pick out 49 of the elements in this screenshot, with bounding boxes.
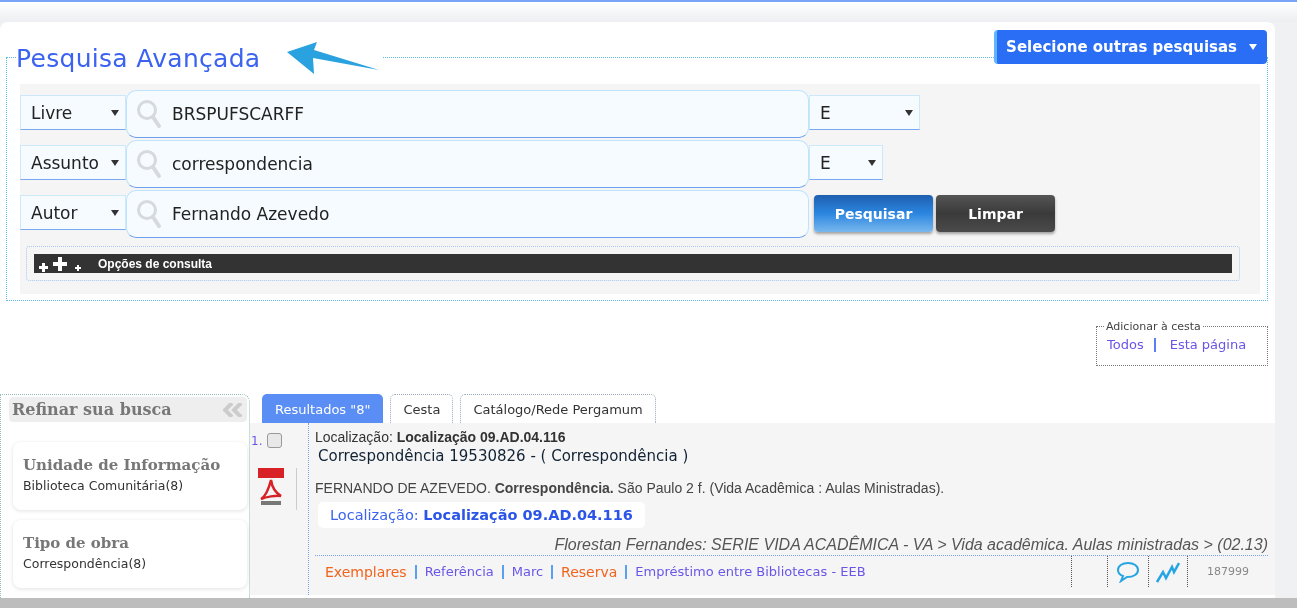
refine-title: Refinar sua busca <box>12 400 172 419</box>
facet-title: Tipo de obra <box>23 534 130 552</box>
result-number: 1. <box>251 433 263 448</box>
caret-icon <box>111 109 119 116</box>
result-title[interactable]: Correspondência 19530826 - ( Correspondência ) <box>318 447 1268 465</box>
operator-select[interactable]: E <box>809 145 883 180</box>
pdf-icon[interactable] <box>258 468 284 506</box>
search-button[interactable]: Pesquisar <box>814 195 933 232</box>
operator-select[interactable]: E <box>809 95 920 130</box>
search-input[interactable]: BRSPUFSCARFF <box>126 90 809 138</box>
action-link[interactable]: Empréstimo entre Bibliotecas - EEB <box>635 564 866 579</box>
collapse-icon[interactable] <box>223 402 243 417</box>
field-select[interactable]: Assunto <box>20 145 126 180</box>
caret-icon <box>905 109 913 116</box>
location-label: Localização: Localização 09.AD.04.116 <box>318 502 645 528</box>
arrow-icon <box>286 42 379 74</box>
caret-icon <box>868 159 876 166</box>
facet-title: Unidade de Informação <box>23 456 222 474</box>
facet-item[interactable]: Correspondência(8) <box>23 556 237 571</box>
results-tab[interactable]: Catálogo/Rede Pergamum <box>460 394 656 423</box>
record-id: 187999 <box>1207 565 1249 578</box>
action-link[interactable]: Referência <box>424 564 494 579</box>
field-select[interactable]: Livre <box>20 95 126 130</box>
search-icon <box>136 149 162 179</box>
field-select[interactable]: Autor <box>20 195 126 230</box>
basket-link[interactable]: Todos <box>1107 337 1144 352</box>
series-text: Florestan Fernandes: SERIE VIDA ACADÊMICA - VA > Vida acadêmica. Aulas ministradas > (02.13) <box>315 536 1268 556</box>
page-title: Pesquisa Avançada <box>16 43 261 73</box>
caret-icon <box>111 159 119 166</box>
result-checkbox[interactable] <box>267 433 283 448</box>
clear-button[interactable]: Limpar <box>936 195 1055 232</box>
other-searches-dropdown[interactable]: Selecione outras pesquisas <box>994 30 1267 64</box>
search-icon <box>136 199 162 229</box>
basket-link[interactable]: Esta página <box>1169 337 1247 352</box>
results-tab[interactable]: Cesta <box>390 394 454 423</box>
caret-icon <box>111 209 119 216</box>
search-input[interactable]: Fernando Azevedo <box>126 190 809 238</box>
comment-icon[interactable] <box>1116 560 1140 583</box>
search-input[interactable]: correspondencia <box>126 140 809 188</box>
action-link[interactable]: Marc <box>511 564 544 579</box>
reference-text: FERNANDO DE AZEVEDO. Correspondência. São Paulo 2 f. (Vida Acadêmica : Aulas Ministradas). <box>315 480 946 496</box>
chart-line-icon[interactable] <box>1156 560 1180 583</box>
horizontal-scrollbar[interactable] <box>0 598 1297 608</box>
facet-item[interactable]: Biblioteca Comunitária(8) <box>23 478 237 493</box>
location-line: Localização: Localização 09.AD.04.116 <box>315 429 567 445</box>
basket-legend: Adicionar à cesta <box>1104 320 1203 333</box>
caret-icon <box>1249 44 1257 50</box>
options-bar[interactable]: Opções de consulta <box>34 254 1232 273</box>
search-icon <box>136 99 162 129</box>
